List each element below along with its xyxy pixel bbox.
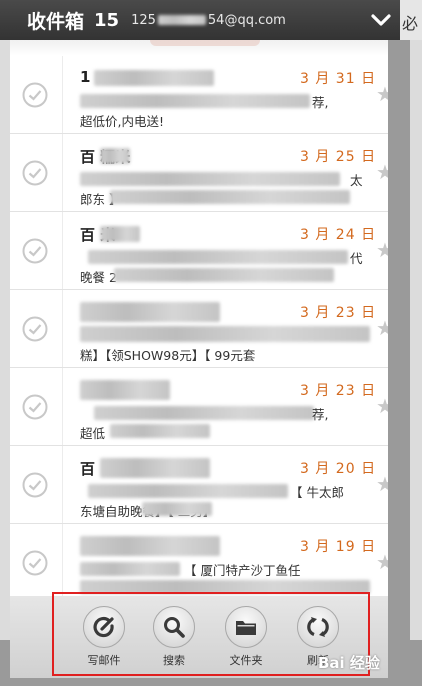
message-preview-right: 太 [350, 173, 363, 188]
message-row[interactable]: 百 3 月 20 日 【 牛太郎 东塘自助晚餐】【 二另】 ★ [10, 446, 388, 524]
background-page-left [0, 40, 10, 640]
select-check-icon[interactable] [22, 160, 48, 186]
star-icon[interactable]: ★ [376, 240, 388, 260]
message-date: 3 月 31 日 [300, 71, 377, 87]
email-prefix: 125 [131, 12, 156, 28]
preview-redaction [80, 326, 370, 342]
star-icon[interactable]: ★ [376, 318, 388, 338]
row-divider [62, 134, 63, 211]
message-date: 3 月 23 日 [300, 383, 377, 399]
message-preview-right: 【 厦门特产沙丁鱼任 [184, 563, 301, 578]
inbox-header: 收件箱 15 125 54@qq.com [0, 0, 400, 40]
sender-redaction [80, 536, 220, 556]
message-preview-right: 代 [350, 251, 363, 266]
message-row[interactable]: 百 米 3 月 24 日 代 晚餐 2 ★ [10, 212, 388, 290]
select-check-icon[interactable] [22, 550, 48, 576]
inbox-title: 收件箱 [27, 10, 85, 33]
row-divider [62, 212, 63, 289]
message-date: 3 月 23 日 [300, 305, 377, 321]
sender-redaction [100, 148, 130, 164]
preview-redaction [80, 94, 310, 108]
select-check-icon[interactable] [22, 472, 48, 498]
message-list[interactable]: 1 3 月 31 日 荐, 超低价,内电送! ★ 百 糯米 3 月 25 日 太… [10, 56, 388, 596]
star-icon[interactable]: ★ [376, 552, 388, 572]
unread-count: 15 [94, 9, 120, 31]
row-divider [62, 290, 63, 367]
message-sender: 1 [80, 68, 91, 86]
email-redaction [157, 15, 206, 25]
preview-redaction [80, 562, 180, 576]
sender-redaction [94, 70, 214, 86]
message-date: 3 月 25 日 [300, 149, 377, 165]
star-icon[interactable]: ★ [376, 396, 388, 416]
select-check-icon[interactable] [22, 82, 48, 108]
message-preview: 超低 [80, 426, 106, 441]
message-preview-right: 荐, [312, 407, 329, 422]
row-divider [62, 368, 63, 445]
watermark: Bai 经验 [318, 654, 380, 672]
select-check-icon[interactable] [22, 238, 48, 264]
preview-redaction [142, 502, 212, 516]
sender-redaction [100, 458, 210, 478]
message-preview: 糕】【领SHOW98元】【 99元套 [80, 348, 256, 363]
message-preview: 超低价,内电送! [80, 114, 164, 129]
message-date: 3 月 24 日 [300, 227, 377, 243]
message-preview-right: 【 牛太郎 [290, 485, 344, 500]
preview-redaction [80, 172, 340, 186]
background-text: 必 [402, 14, 419, 33]
message-row[interactable]: 百 糯米 3 月 25 日 太 郎东 】 ★ [10, 134, 388, 212]
message-sender: 百 [80, 460, 96, 478]
message-row[interactable]: 1 3 月 31 日 荐, 超低价,内电送! ★ [10, 56, 388, 134]
preview-redaction [110, 190, 350, 204]
star-icon[interactable]: ★ [376, 162, 388, 182]
sender-redaction [100, 226, 140, 242]
select-check-icon[interactable] [22, 394, 48, 420]
preview-redaction [110, 424, 210, 438]
preview-redaction [94, 406, 314, 420]
preview-redaction [88, 484, 288, 498]
message-row[interactable]: 3 月 23 日 糕】【领SHOW98元】【 99元套 ★ [10, 290, 388, 368]
account-email: 125 54@qq.com [131, 13, 286, 28]
star-icon[interactable]: ★ [376, 474, 388, 494]
preview-redaction [88, 250, 348, 264]
star-icon[interactable]: ★ [376, 84, 388, 104]
preview-redaction [114, 268, 334, 282]
message-row[interactable]: 3 月 23 日 荐, 超低 ★ [10, 368, 388, 446]
row-divider [62, 446, 63, 523]
message-preview-right: 荐, [312, 95, 329, 110]
message-date: 3 月 20 日 [300, 461, 377, 477]
select-check-icon[interactable] [22, 316, 48, 342]
message-date: 3 月 19 日 [300, 539, 377, 555]
message-preview: 晚餐 2 [80, 270, 117, 285]
list-top-edge [10, 40, 388, 56]
row-divider [62, 56, 63, 133]
row-divider [62, 524, 63, 596]
chevron-down-icon[interactable] [368, 8, 394, 32]
message-row[interactable]: 3 月 19 日 【 厦门特产沙丁鱼任 ★ [10, 524, 388, 596]
background-page-right [410, 40, 422, 640]
sender-redaction [80, 380, 170, 400]
email-suffix: 54@qq.com [207, 12, 286, 28]
sender-redaction [80, 302, 220, 322]
